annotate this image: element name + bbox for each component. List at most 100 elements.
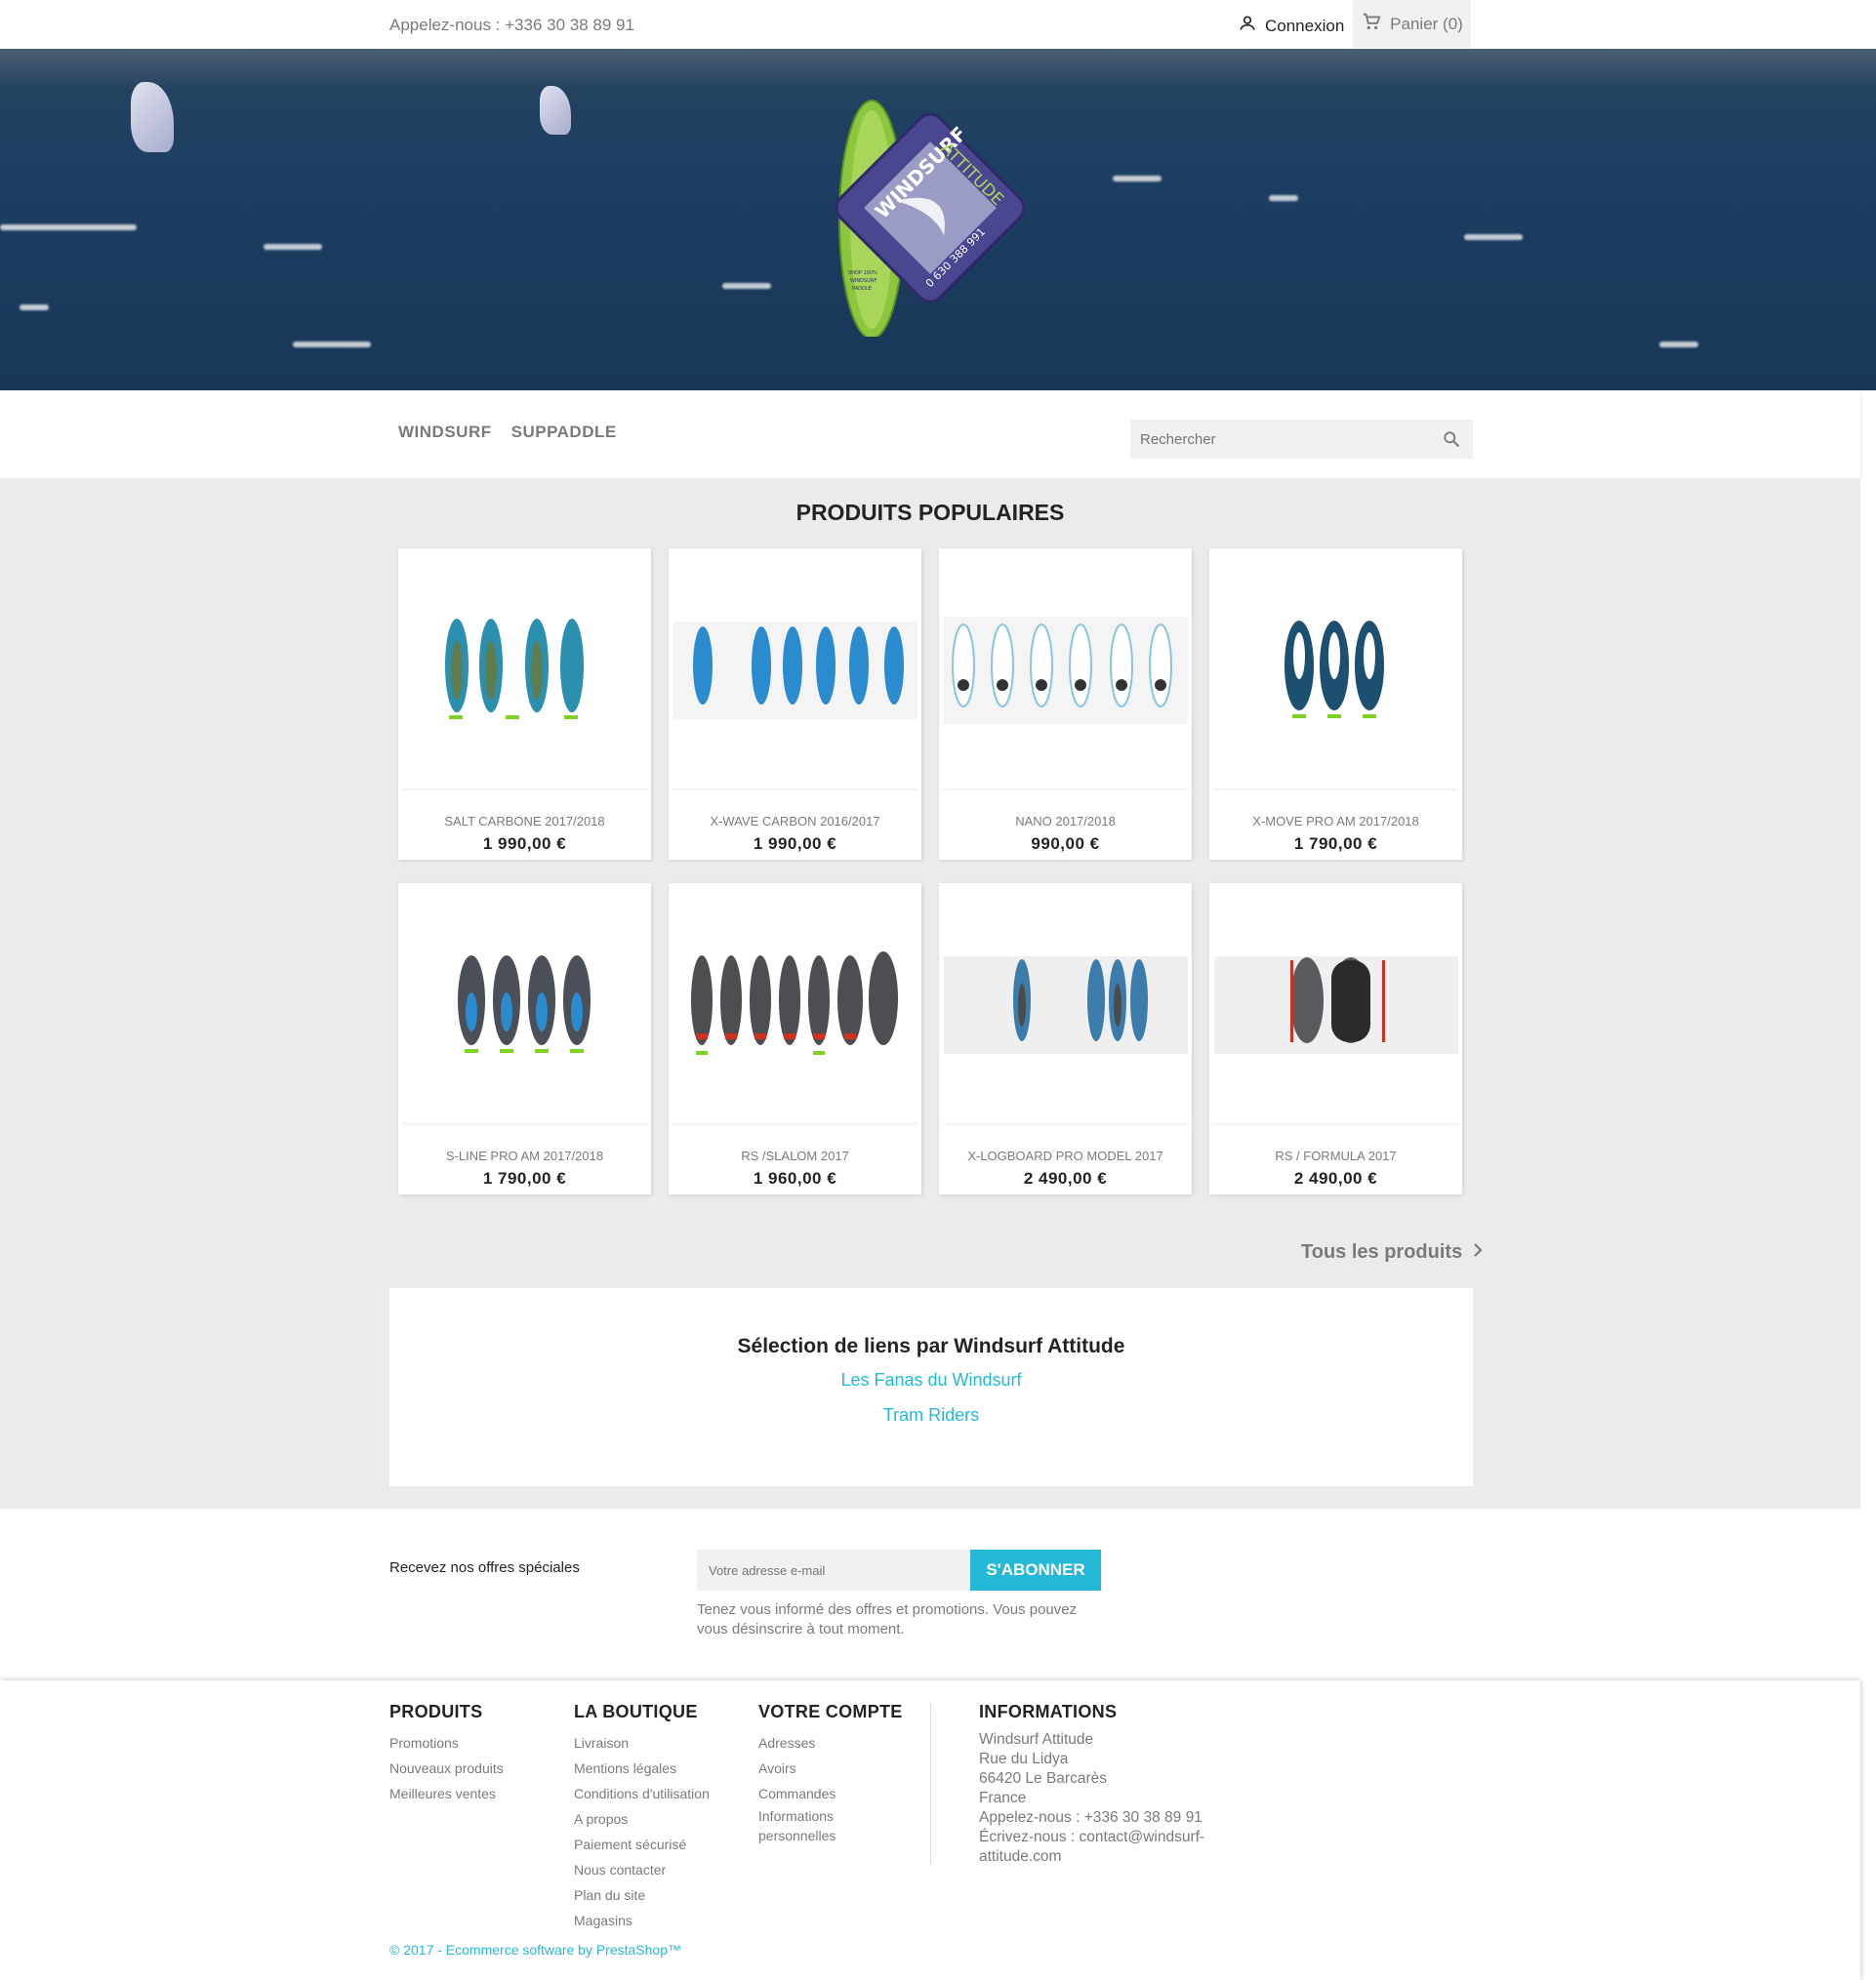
nav-item-suppaddle[interactable]: SUPPADDLE <box>511 423 617 442</box>
nav-item-windsurf[interactable]: WINDSURF <box>398 423 492 442</box>
product-price: 2 490,00 € <box>1293 1169 1378 1188</box>
store-city: 66420 Le Barcarès <box>979 1770 1107 1787</box>
footer-link-contact[interactable]: Nous contacter <box>574 1857 710 1882</box>
footer-link-best-sellers[interactable]: Meilleures ventes <box>389 1781 504 1806</box>
footer-divider <box>930 1704 931 1864</box>
footer-info-column: INFORMATIONS Windsurf Attitude Rue du Li… <box>979 1702 1204 1867</box>
product-image[interactable] <box>1213 887 1458 1122</box>
product-card[interactable]: RS /SLALOM 2017 1 960,00 € <box>669 883 921 1194</box>
cart-label: Panier (0) <box>1390 14 1463 33</box>
footer-info-title: INFORMATIONS <box>979 1702 1118 1721</box>
search-box <box>1130 420 1473 459</box>
product-name[interactable]: X-MOVE PRO AM 2017/2018 <box>1209 814 1462 828</box>
product-name[interactable]: RS / FORMULA 2017 <box>1209 1149 1462 1163</box>
product-name[interactable]: SALT CARBONE 2017/2018 <box>398 814 651 828</box>
newsletter-label: Recevez nos offres spéciales <box>389 1559 580 1576</box>
svg-text:SHOP 100%: SHOP 100% <box>848 270 877 276</box>
newsletter-note: Tenez vous informé des offres et promoti… <box>697 1601 1078 1637</box>
footer-link-secure-payment[interactable]: Paiement sécurisé <box>574 1832 710 1857</box>
footer-link-sitemap[interactable]: Plan du site <box>574 1882 710 1908</box>
link-block: Sélection de liens par Windsurf Attitude… <box>389 1288 1473 1486</box>
footer-products-title: PRODUITS <box>389 1702 483 1721</box>
cart-icon <box>1361 11 1382 37</box>
product-card[interactable]: X-MOVE PRO AM 2017/2018 1 790,00 € <box>1209 548 1462 860</box>
product-price: 1 790,00 € <box>1293 834 1378 853</box>
main-content: PRODUITS POPULAIRES SALT CARBONE 2017/20… <box>0 478 1860 1509</box>
product-name[interactable]: X-LOGBOARD PRO MODEL 2017 <box>939 1149 1192 1163</box>
product-name[interactable]: X-WAVE CARBON 2016/2017 <box>669 814 921 828</box>
product-price: 2 490,00 € <box>1023 1169 1108 1188</box>
login-link[interactable]: Connexion <box>1238 14 1344 38</box>
product-name[interactable]: S-LINE PRO AM 2017/2018 <box>398 1149 651 1163</box>
newsletter-email-input[interactable] <box>697 1550 970 1591</box>
store-email[interactable]: Écrivez-nous : contact@windsurf- <box>979 1828 1204 1847</box>
search-icon[interactable] <box>1442 429 1461 454</box>
product-image[interactable] <box>673 887 918 1122</box>
product-price: 990,00 € <box>1031 834 1100 853</box>
product-image[interactable] <box>943 887 1188 1122</box>
chevron-right-icon <box>1472 1241 1484 1264</box>
product-card[interactable]: RS / FORMULA 2017 2 490,00 € <box>1209 883 1462 1194</box>
header-phone: Appelez-nous : +336 30 38 89 91 <box>389 16 634 34</box>
footer: PRODUITS Promotions Nouveaux produits Me… <box>0 1680 1860 1980</box>
footer-link-personal-info-line2[interactable]: personnelles <box>758 1826 903 1845</box>
product-image[interactable] <box>943 552 1188 788</box>
all-products-label: Tous les produits <box>1301 1241 1463 1263</box>
footer-link-addresses[interactable]: Adresses <box>758 1730 903 1756</box>
windsurf-attitude-logo[interactable]: WINDSURF ATTITUDE 0 630 388 991 SHOP 100… <box>825 93 1030 337</box>
link-les-fanas-du-windsurf[interactable]: Les Fanas du Windsurf <box>389 1370 1473 1391</box>
footer-link-stores[interactable]: Magasins <box>574 1908 710 1933</box>
product-image[interactable] <box>402 552 647 788</box>
footer-link-credit-slips[interactable]: Avoirs <box>758 1756 903 1781</box>
kite-image <box>540 86 571 135</box>
footer-link-terms[interactable]: Conditions d'utilisation <box>574 1781 710 1806</box>
product-card[interactable]: NANO 2017/2018 990,00 € <box>939 548 1192 860</box>
login-label: Connexion <box>1265 16 1345 35</box>
svg-text:PADDLE: PADDLE <box>852 286 872 292</box>
main-navigation: WINDSURF SUPPADDLE <box>0 390 1860 478</box>
top-bar: Appelez-nous : +336 30 38 89 91 Connexio… <box>0 0 1876 49</box>
footer-link-legal[interactable]: Mentions légales <box>574 1756 710 1781</box>
link-block-title: Sélection de liens par Windsurf Attitude <box>737 1335 1125 1357</box>
footer-account-title: VOTRE COMPTE <box>758 1702 903 1721</box>
product-price: 1 790,00 € <box>482 1169 567 1188</box>
kite-image <box>131 82 174 152</box>
product-image[interactable] <box>402 887 647 1122</box>
product-card[interactable]: X-WAVE CARBON 2016/2017 1 990,00 € <box>669 548 921 860</box>
product-card[interactable]: X-LOGBOARD PRO MODEL 2017 2 490,00 € <box>939 883 1192 1194</box>
footer-link-delivery[interactable]: Livraison <box>574 1730 710 1756</box>
footer-link-new-products[interactable]: Nouveaux produits <box>389 1756 504 1781</box>
store-country: France <box>979 1790 1027 1806</box>
hero-banner: WINDSURF ATTITUDE 0 630 388 991 SHOP 100… <box>0 49 1876 390</box>
user-icon <box>1238 14 1257 38</box>
svg-text:WINDSURF: WINDSURF <box>850 278 877 284</box>
search-input[interactable] <box>1130 420 1423 459</box>
footer-shop-title: LA BOUTIQUE <box>574 1702 698 1721</box>
link-tram-riders[interactable]: Tram Riders <box>389 1405 1473 1426</box>
product-price: 1 960,00 € <box>753 1169 837 1188</box>
product-image[interactable] <box>1213 552 1458 788</box>
product-image[interactable] <box>673 552 918 788</box>
store-email-line2[interactable]: attitude.com <box>979 1847 1204 1867</box>
store-name: Windsurf Attitude <box>979 1731 1094 1748</box>
all-products-link[interactable]: Tous les produits <box>1301 1241 1484 1264</box>
product-price: 1 990,00 € <box>482 834 567 853</box>
category-menu: WINDSURF SUPPADDLE <box>398 423 617 442</box>
product-price: 1 990,00 € <box>753 834 837 853</box>
subscribe-button[interactable]: S'ABONNER <box>970 1550 1101 1591</box>
footer-shop-column: LA BOUTIQUE Livraison Mentions légales C… <box>574 1702 710 1933</box>
product-card[interactable]: SALT CARBONE 2017/2018 1 990,00 € <box>398 548 651 860</box>
product-name[interactable]: RS /SLALOM 2017 <box>669 1149 921 1163</box>
footer-account-column: VOTRE COMPTE Adresses Avoirs Commandes I… <box>758 1702 903 1845</box>
cart-button[interactable]: Panier (0) <box>1353 0 1471 48</box>
popular-products-title: PRODUITS POPULAIRES <box>795 500 1065 525</box>
store-street: Rue du Lidya <box>979 1751 1069 1767</box>
footer-link-personal-info[interactable]: Informations <box>758 1806 903 1826</box>
footer-link-orders[interactable]: Commandes <box>758 1781 903 1806</box>
footer-link-promotions[interactable]: Promotions <box>389 1730 504 1756</box>
footer-link-about[interactable]: A propos <box>574 1806 710 1832</box>
store-phone: Appelez-nous : +336 30 38 89 91 <box>979 1809 1203 1826</box>
product-name[interactable]: NANO 2017/2018 <box>939 814 1192 828</box>
product-card[interactable]: S-LINE PRO AM 2017/2018 1 790,00 € <box>398 883 651 1194</box>
copyright-link[interactable]: © 2017 - Ecommerce software by PrestaSho… <box>389 1942 681 1958</box>
